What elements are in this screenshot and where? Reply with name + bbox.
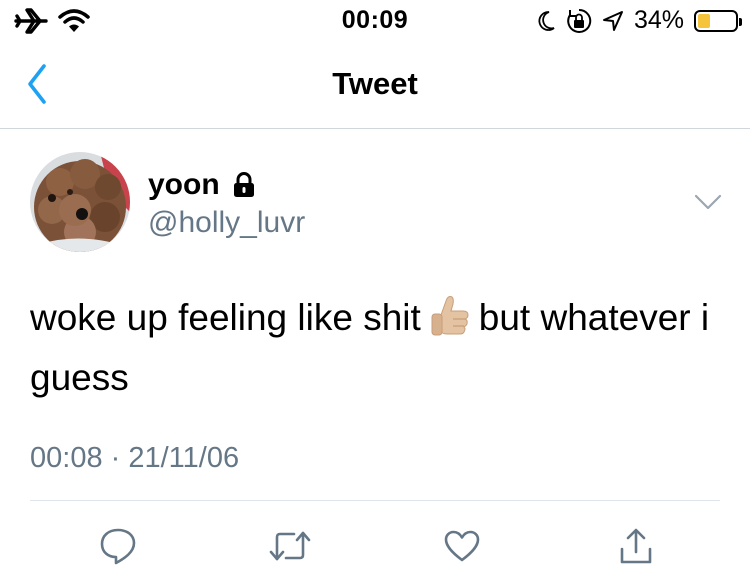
tweet-timestamp[interactable]: 00:08 · 21/11/06 [30,442,239,475]
battery-icon [694,9,742,32]
author-name-row: yoon [148,168,256,202]
page-title: Tweet [332,66,418,101]
divider [30,500,720,501]
reply-icon [100,528,136,565]
battery-percent: 34% [633,6,684,34]
lock-icon [233,172,254,197]
share-button[interactable] [614,524,658,568]
battery-level [698,13,710,28]
retweet-button[interactable] [268,524,312,568]
orientation-lock-icon [567,8,592,33]
user-handle[interactable]: @holly_luvr [148,206,305,240]
thumbs-up-emoji-icon [431,296,469,336]
heart-icon [444,530,480,562]
reply-button[interactable] [96,524,140,568]
tweet-text: woke up feeling like shit but whatever i… [30,288,720,408]
nav-bar: Tweet [0,40,750,129]
like-button[interactable] [440,524,484,568]
display-name[interactable]: yoon [148,168,220,202]
battery-nub [739,17,742,26]
status-bar: 00:09 34% [0,0,750,40]
share-icon [620,528,652,564]
status-right: 34% [536,6,742,35]
dog-avatar-image [30,152,130,252]
moon-icon [538,10,555,31]
location-icon [602,10,623,31]
avatar[interactable] [30,152,130,252]
tweet-options-button[interactable] [693,192,723,212]
chevron-down-icon [694,194,722,210]
tweet-text-part-1: woke up feeling like shit [30,297,421,338]
retweet-icon [269,531,311,561]
